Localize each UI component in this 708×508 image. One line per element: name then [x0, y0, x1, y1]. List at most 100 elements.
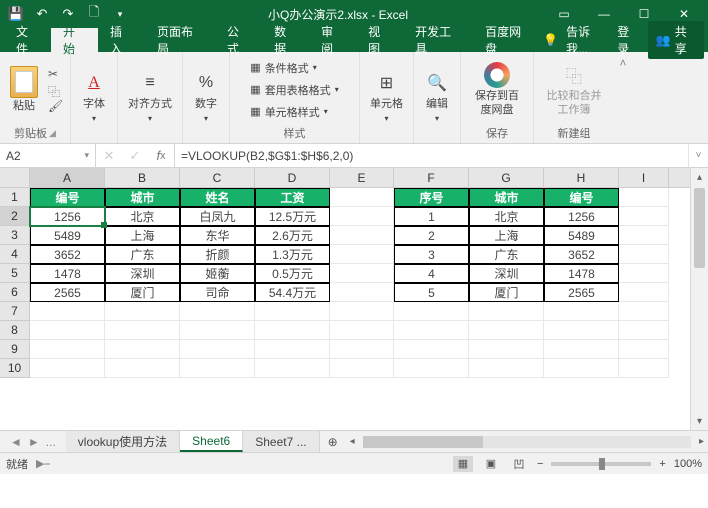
editing-button[interactable]: 🔍 编辑▾ [420, 68, 454, 126]
zoom-knob[interactable] [599, 458, 605, 470]
tab-formulas[interactable]: 公式 [215, 28, 262, 52]
row-header[interactable]: 9 [0, 340, 30, 359]
cell[interactable] [619, 226, 669, 245]
tab-baidu[interactable]: 百度网盘 [473, 28, 543, 52]
row-header[interactable]: 3 [0, 226, 30, 245]
align-button[interactable]: ≡ 对齐方式▾ [124, 68, 176, 126]
cell[interactable] [330, 226, 394, 245]
cell[interactable]: 3652 [30, 245, 105, 264]
number-button[interactable]: % 数字▾ [189, 68, 223, 126]
cell[interactable]: 2 [394, 226, 469, 245]
cell[interactable]: 城市 [105, 188, 180, 207]
cell-styles-button[interactable]: ▦单元格样式▾ [246, 102, 342, 122]
row-header[interactable]: 8 [0, 321, 30, 340]
zoom-level[interactable]: 100% [674, 458, 702, 470]
col-header-C[interactable]: C [180, 168, 255, 187]
cell[interactable] [30, 302, 105, 321]
cell[interactable]: 0.5万元 [255, 264, 330, 283]
cell[interactable] [394, 302, 469, 321]
cell[interactable]: 2565 [30, 283, 105, 302]
cell[interactable] [394, 340, 469, 359]
cell[interactable]: 广东 [105, 245, 180, 264]
cell[interactable]: 12.5万元 [255, 207, 330, 226]
ribbon-collapse-icon[interactable]: ˄ [614, 52, 632, 143]
cell[interactable]: 北京 [469, 207, 544, 226]
font-button[interactable]: A 字体▾ [77, 68, 111, 126]
cell[interactable]: 姬蘅 [180, 264, 255, 283]
sheet-next-icon[interactable]: ► [28, 435, 40, 449]
paste-button[interactable]: 粘贴 [6, 64, 42, 115]
cell[interactable] [330, 245, 394, 264]
cell[interactable] [105, 359, 180, 378]
col-header-H[interactable]: H [544, 168, 619, 187]
cell[interactable]: 2565 [544, 283, 619, 302]
hscroll-thumb[interactable] [363, 436, 483, 448]
cell[interactable]: 广东 [469, 245, 544, 264]
name-box[interactable]: A2 ▾ [0, 144, 96, 167]
row-header[interactable]: 10 [0, 359, 30, 378]
scroll-up-icon[interactable]: ▴ [691, 168, 708, 186]
cell[interactable]: 东华 [180, 226, 255, 245]
cell[interactable] [394, 359, 469, 378]
cell[interactable] [469, 359, 544, 378]
cell[interactable]: 城市 [469, 188, 544, 207]
select-all-corner[interactable] [0, 168, 30, 187]
cell[interactable]: 1 [394, 207, 469, 226]
cell[interactable] [619, 264, 669, 283]
cell[interactable]: 1.3万元 [255, 245, 330, 264]
cell[interactable] [30, 321, 105, 340]
add-sheet-button[interactable]: ⊕ [320, 431, 346, 452]
compare-button[interactable]: ⿻ 比较和合并工作簿 [540, 60, 608, 118]
tab-layout[interactable]: 页面布局 [145, 28, 215, 52]
zoom-slider[interactable] [551, 462, 651, 466]
tab-home[interactable]: 开始 [51, 28, 98, 52]
share-button[interactable]: 👥共享 [648, 21, 704, 59]
cell[interactable]: 1478 [30, 264, 105, 283]
scroll-thumb[interactable] [694, 188, 705, 268]
cells-button[interactable]: ⊞ 单元格▾ [366, 68, 407, 126]
cell[interactable] [180, 359, 255, 378]
cell[interactable] [619, 321, 669, 340]
vertical-scrollbar[interactable]: ▴ ▾ [690, 168, 708, 430]
col-header-B[interactable]: B [105, 168, 180, 187]
cell[interactable]: 2.6万元 [255, 226, 330, 245]
cancel-formula-icon[interactable]: ✕ [96, 148, 122, 164]
cell[interactable] [469, 321, 544, 340]
cell[interactable] [544, 359, 619, 378]
cell[interactable] [255, 340, 330, 359]
tab-view[interactable]: 视图 [356, 28, 403, 52]
cell[interactable] [180, 321, 255, 340]
cell[interactable] [330, 188, 394, 207]
page-break-view-icon[interactable]: 凹 [509, 456, 529, 472]
cut-icon[interactable]: ✂ [48, 67, 64, 81]
row-header[interactable]: 2 [0, 207, 30, 226]
cell[interactable]: 深圳 [105, 264, 180, 283]
row-header[interactable]: 1 [0, 188, 30, 207]
cell[interactable] [619, 245, 669, 264]
cell[interactable]: 5489 [544, 226, 619, 245]
cell[interactable] [469, 302, 544, 321]
cell[interactable] [544, 321, 619, 340]
cell[interactable]: 1256 [30, 207, 105, 226]
formula-bar[interactable]: =VLOOKUP(B2,$G$1:$H$6,2,0) [175, 144, 688, 167]
sheet-tab-sheet7[interactable]: Sheet7 ... [243, 431, 319, 452]
cell[interactable]: 编号 [30, 188, 105, 207]
fx-icon[interactable]: fx [148, 148, 174, 163]
cell[interactable] [619, 207, 669, 226]
sheet-tab-sheet6[interactable]: Sheet6 [180, 431, 243, 452]
cell[interactable]: 1478 [544, 264, 619, 283]
col-header-F[interactable]: F [394, 168, 469, 187]
cell[interactable]: 北京 [105, 207, 180, 226]
cell[interactable]: 3 [394, 245, 469, 264]
format-painter-icon[interactable]: 🖌 [48, 99, 64, 113]
cell[interactable]: 白凤九 [180, 207, 255, 226]
clipboard-launcher-icon[interactable]: ◢ [49, 128, 56, 139]
row-header[interactable]: 5 [0, 264, 30, 283]
cell[interactable] [544, 302, 619, 321]
cell[interactable]: 5489 [30, 226, 105, 245]
tab-file[interactable]: 文件 [4, 28, 51, 52]
hscroll-left-icon[interactable]: ◂ [350, 436, 355, 447]
col-header-I[interactable]: I [619, 168, 669, 187]
cell[interactable]: 54.4万元 [255, 283, 330, 302]
cell[interactable]: 司命 [180, 283, 255, 302]
